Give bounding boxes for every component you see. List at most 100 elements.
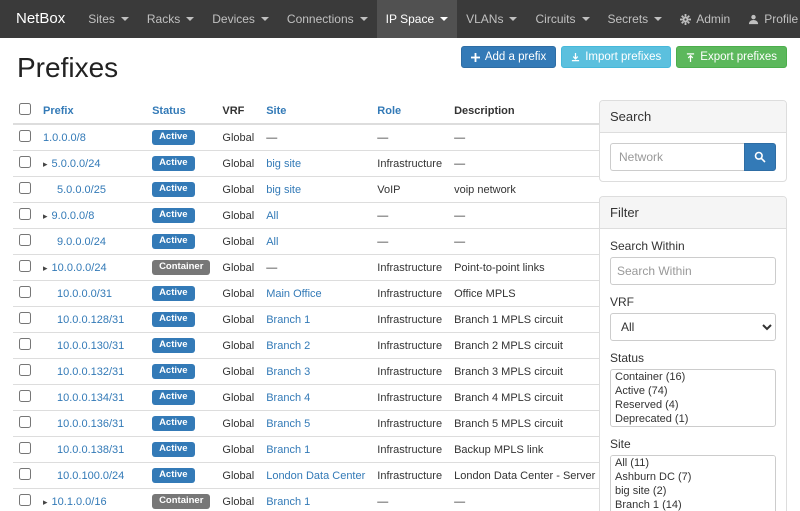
select-option[interactable]: Ashburn DC (7)	[611, 470, 775, 484]
status-filter-select[interactable]: Container (16)Active (74)Reserved (4)Dep…	[610, 369, 776, 427]
select-option[interactable]: big site (2)	[611, 484, 775, 498]
nav-item-ip-space[interactable]: IP Space	[377, 0, 457, 38]
table-row: 10.0.0.138/31ActiveGlobalBranch 1Infrast…	[13, 437, 645, 463]
site-link[interactable]: big site	[266, 184, 301, 196]
page-header: Prefixes Add a prefix Import prefixes Ex…	[13, 40, 787, 98]
column-header-role[interactable]: Role	[377, 105, 401, 117]
select-option[interactable]: Container (16)	[611, 370, 775, 384]
nav-item-sites[interactable]: Sites	[79, 0, 138, 38]
row-checkbox[interactable]	[19, 442, 31, 454]
vrf-select[interactable]: All	[610, 313, 776, 341]
status-badge: Active	[152, 182, 195, 196]
add-prefix-button[interactable]: Add a prefix	[461, 46, 556, 68]
import-prefixes-button[interactable]: Import prefixes	[561, 46, 671, 68]
row-checkbox[interactable]	[19, 390, 31, 402]
row-checkbox[interactable]	[19, 338, 31, 350]
row-checkbox[interactable]	[19, 130, 31, 142]
site-link[interactable]: Branch 1	[266, 496, 310, 508]
column-header-site[interactable]: Site	[266, 105, 286, 117]
nav-item-circuits[interactable]: Circuits	[526, 0, 598, 38]
profile-link[interactable]: Profile	[739, 0, 800, 38]
prefix-link[interactable]: 10.0.100.0/24	[57, 470, 124, 482]
row-checkbox[interactable]	[19, 416, 31, 428]
site-link[interactable]: All	[266, 210, 278, 222]
export-prefixes-button[interactable]: Export prefixes	[676, 46, 787, 68]
row-checkbox[interactable]	[19, 312, 31, 324]
table-row: 10.0.0.134/31ActiveGlobalBranch 4Infrast…	[13, 385, 645, 411]
row-checkbox[interactable]	[19, 260, 31, 272]
row-checkbox[interactable]	[19, 494, 31, 506]
site-link[interactable]: Branch 2	[266, 340, 310, 352]
search-within-input[interactable]	[610, 257, 776, 285]
search-input[interactable]	[610, 143, 744, 171]
column-header-prefix[interactable]: Prefix	[43, 105, 74, 117]
select-option[interactable]: All (11)	[611, 456, 775, 470]
prefix-link[interactable]: 10.0.0.134/31	[57, 392, 124, 404]
select-option[interactable]: Reserved (4)	[611, 398, 775, 412]
prefix-link[interactable]: 9.0.0.0/24	[57, 236, 106, 248]
row-checkbox[interactable]	[19, 234, 31, 246]
select-option[interactable]: Deprecated (1)	[611, 412, 775, 426]
role-cell: Infrastructure	[371, 255, 448, 281]
status-badge: Active	[152, 468, 195, 482]
nav-item-secrets[interactable]: Secrets	[599, 0, 672, 38]
prefix-link[interactable]: 10.0.0.130/31	[57, 340, 124, 352]
role-cell: Infrastructure	[371, 359, 448, 385]
select-all-checkbox[interactable]	[19, 103, 31, 115]
nav-item-racks[interactable]: Racks	[138, 0, 203, 38]
table-header-row: Prefix Status VRF Site Role Description	[13, 98, 645, 124]
site-link[interactable]: All	[266, 236, 278, 248]
expand-toggle-icon[interactable]: ▸	[43, 263, 48, 273]
column-header-status[interactable]: Status	[152, 105, 186, 117]
row-checkbox[interactable]	[19, 208, 31, 220]
prefix-link[interactable]: 10.0.0.0/24	[52, 262, 107, 274]
prefix-table-body: 1.0.0.0/8ActiveGlobal———▸5.0.0.0/24Activ…	[13, 124, 645, 511]
role-cell: Infrastructure	[371, 307, 448, 333]
status-label: Status	[610, 351, 776, 365]
site-filter-select[interactable]: All (11)Ashburn DC (7)big site (2)Branch…	[610, 455, 776, 511]
brand[interactable]: NetBox	[8, 0, 79, 38]
nav-item-vlans[interactable]: VLANs	[457, 0, 526, 38]
prefix-link[interactable]: 10.0.0.136/31	[57, 418, 124, 430]
site-link[interactable]: Main Office	[266, 288, 321, 300]
prefix-link[interactable]: 5.0.0.0/25	[57, 184, 106, 196]
site-link[interactable]: big site	[266, 158, 301, 170]
prefix-link[interactable]: 10.0.0.128/31	[57, 314, 124, 326]
prefix-link[interactable]: 10.0.0.138/31	[57, 444, 124, 456]
site-link[interactable]: London Data Center	[266, 470, 365, 482]
chevron-down-icon	[261, 17, 269, 21]
site-link[interactable]: Branch 1	[266, 444, 310, 456]
expand-toggle-icon[interactable]: ▸	[43, 159, 48, 169]
prefix-link[interactable]: 10.0.0.0/31	[57, 288, 112, 300]
status-badge: Active	[152, 338, 195, 352]
site-cell: Branch 1	[260, 437, 371, 463]
prefix-link[interactable]: 10.0.0.132/31	[57, 366, 124, 378]
site-cell: Branch 3	[260, 359, 371, 385]
top-navbar: NetBox SitesRacksDevicesConnectionsIP Sp…	[0, 0, 800, 38]
chevron-down-icon	[440, 17, 448, 21]
site-link[interactable]: Branch 5	[266, 418, 310, 430]
admin-link[interactable]: Admin	[671, 0, 739, 38]
row-checkbox[interactable]	[19, 156, 31, 168]
role-cell: Infrastructure	[371, 151, 448, 177]
expand-toggle-icon[interactable]: ▸	[43, 211, 48, 221]
prefix-link[interactable]: 10.1.0.0/16	[52, 496, 107, 508]
site-link[interactable]: Branch 3	[266, 366, 310, 378]
row-checkbox[interactable]	[19, 286, 31, 298]
search-button[interactable]	[744, 143, 776, 171]
select-option[interactable]: Branch 1 (14)	[611, 498, 775, 511]
prefix-link[interactable]: 1.0.0.0/8	[43, 132, 86, 144]
expand-toggle-icon[interactable]: ▸	[43, 497, 48, 507]
site-link[interactable]: Branch 1	[266, 314, 310, 326]
nav-item-devices[interactable]: Devices	[203, 0, 278, 38]
prefix-link[interactable]: 5.0.0.0/24	[52, 158, 101, 170]
column-header-description: Description	[454, 105, 515, 117]
nav-item-connections[interactable]: Connections	[278, 0, 377, 38]
site-cell: —	[260, 255, 371, 281]
prefix-link[interactable]: 9.0.0.0/8	[52, 210, 95, 222]
select-option[interactable]: Active (74)	[611, 384, 775, 398]
row-checkbox[interactable]	[19, 364, 31, 376]
site-link[interactable]: Branch 4	[266, 392, 310, 404]
row-checkbox[interactable]	[19, 468, 31, 480]
row-checkbox[interactable]	[19, 182, 31, 194]
